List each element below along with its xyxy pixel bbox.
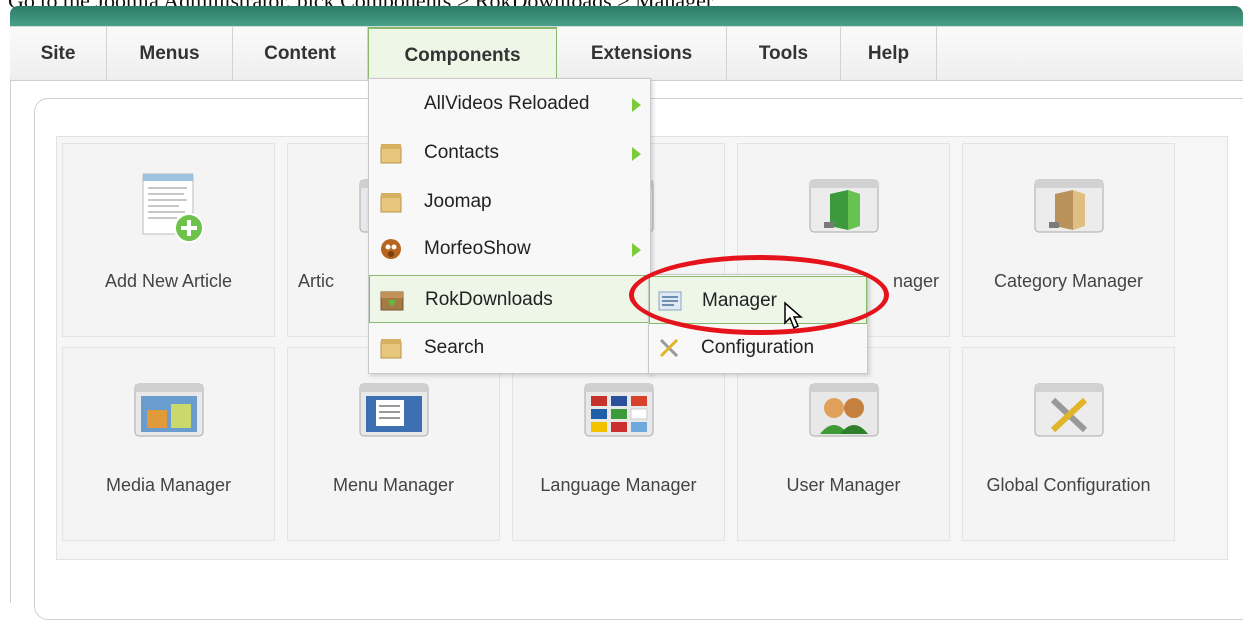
menu-manager-icon [359, 383, 428, 437]
morfeo-icon [381, 239, 401, 259]
tile-label: Artic [298, 271, 334, 291]
category-manager-icon [1034, 179, 1103, 233]
package-icon [380, 339, 402, 359]
header-band [10, 6, 1243, 26]
menu-site[interactable]: Site [10, 27, 107, 80]
language-manager-icon [584, 383, 653, 437]
dd-item-allvideos[interactable]: AllVideos Reloaded [369, 80, 650, 128]
tile-label: nager [892, 271, 939, 291]
menu-components[interactable]: Components [368, 27, 557, 80]
dd-label: AllVideos Reloaded [424, 93, 590, 114]
components-dropdown: AllVideos Reloaded Contacts Joomap Morfe… [368, 78, 651, 374]
menubar: Site Menus Content Components Extensions… [10, 26, 1243, 81]
global-config-icon [1034, 383, 1103, 437]
tile-label: Add New Article [104, 271, 233, 291]
tile-label: Language Manager [540, 475, 697, 495]
media-manager-icon [134, 383, 203, 437]
tile-label: Menu Manager [332, 475, 455, 495]
tile-label: Global Configuration [986, 475, 1151, 495]
highlight-ellipse [629, 255, 889, 335]
dd-item-contacts[interactable]: Contacts [369, 129, 650, 177]
add-article-icon [142, 173, 204, 243]
dd-label: Joomap [424, 191, 492, 212]
dd-item-search[interactable]: Search [369, 324, 650, 372]
dd-item-morfeoshow[interactable]: MorfeoShow [369, 225, 650, 273]
dd-item-rokdownloads[interactable]: RokDownloads [369, 275, 650, 323]
menu-content[interactable]: Content [233, 27, 368, 80]
frame-edge [10, 79, 11, 603]
tile-global-configuration[interactable]: Global Configuration [962, 347, 1175, 541]
download-box-icon [380, 291, 404, 311]
menu-extensions[interactable]: Extensions [557, 27, 727, 80]
tile-media-manager[interactable]: Media Manager [62, 347, 275, 541]
package-icon [380, 144, 402, 164]
dd-label: RokDownloads [425, 289, 553, 310]
package-icon [380, 193, 402, 213]
tools-icon [659, 338, 679, 358]
tile-user-manager[interactable]: User Manager [737, 347, 950, 541]
submenu-arrow-icon [632, 98, 641, 112]
menu-help[interactable]: Help [841, 27, 937, 80]
submenu-arrow-icon [632, 147, 641, 161]
mouse-pointer-icon [784, 301, 803, 330]
dd-label: Contacts [424, 142, 499, 163]
menu-tools[interactable]: Tools [727, 27, 841, 80]
user-manager-icon [809, 383, 878, 437]
tile-category-manager[interactable]: Category Manager [962, 143, 1175, 337]
section-manager-icon [809, 179, 878, 233]
tile-label: Category Manager [993, 271, 1144, 291]
tile-label: Media Manager [105, 475, 232, 495]
dd-label: Search [424, 337, 485, 358]
tile-add-new-article[interactable]: Add New Article [62, 143, 275, 337]
tile-menu-manager[interactable]: Menu Manager [287, 347, 500, 541]
tile-label: User Manager [786, 475, 901, 495]
dd-label: MorfeoShow [424, 238, 531, 259]
tile-language-manager[interactable]: Language Manager [512, 347, 725, 541]
menu-menus[interactable]: Menus [107, 27, 233, 80]
submenu-arrow-icon [632, 243, 641, 257]
dd-item-joomap[interactable]: Joomap [369, 178, 650, 226]
